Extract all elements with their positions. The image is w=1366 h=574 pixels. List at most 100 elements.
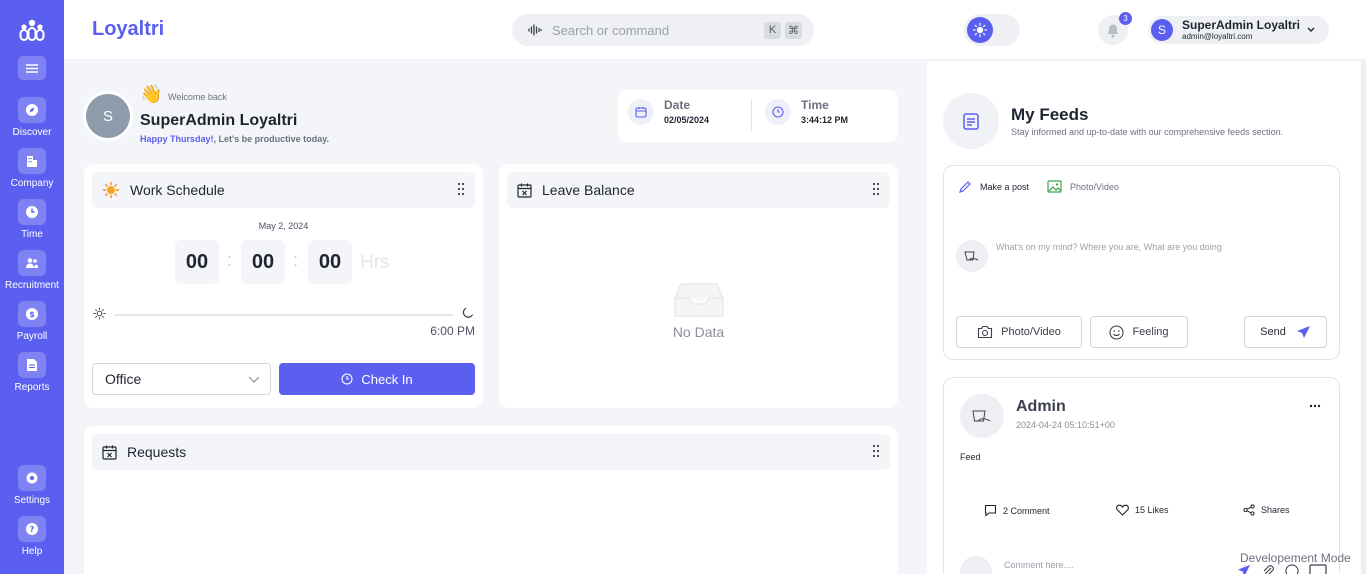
comments-count: 2 Comment <box>1003 505 1050 516</box>
make-post-tab[interactable]: Make a post <box>958 180 1029 194</box>
search-bar[interactable]: Search or command K ⌘ <box>512 14 814 46</box>
sidebar-item-help[interactable]: ? Help <box>0 516 64 557</box>
sidebar-item-label: Discover <box>12 127 52 138</box>
minutes-counter: 00 <box>241 240 285 284</box>
notifications-button[interactable]: 3 <box>1098 12 1132 45</box>
sidebar-item-label: Recruitment <box>5 280 59 291</box>
card-title: Requests <box>127 444 187 460</box>
tagline-text: , Let's be productive today. <box>213 134 330 144</box>
comment-input[interactable]: Comment here.... <box>1004 560 1074 570</box>
check-in-button[interactable]: Check In <box>279 363 475 395</box>
sidebar-item-reports[interactable]: Reports <box>0 352 64 393</box>
card-title: Leave Balance <box>542 182 635 198</box>
clock-icon <box>26 206 38 218</box>
svg-text:$: $ <box>29 310 35 319</box>
sidebar-item-settings[interactable]: Settings <box>0 465 64 506</box>
avatar[interactable]: S <box>86 94 130 138</box>
sidebar-item-label: Settings <box>13 495 51 506</box>
send-post-button[interactable]: Send <box>1244 316 1327 348</box>
theme-toggle[interactable] <box>964 14 1020 46</box>
location-value: Office <box>105 371 142 387</box>
sidebar-item-time[interactable]: Time <box>0 199 64 240</box>
calendar-x-icon <box>517 183 532 198</box>
sidebar-item-label: Reports <box>14 382 50 393</box>
drag-handle-icon[interactable] <box>872 444 880 458</box>
card-header: Work Schedule <box>92 172 475 208</box>
bell-icon <box>1107 24 1119 37</box>
schedule-date: May 2, 2024 <box>258 221 309 231</box>
sidebar-item-recruitment[interactable]: Recruitment <box>0 250 64 291</box>
smiley-icon <box>1109 324 1125 340</box>
drag-handle-icon[interactable] <box>457 182 465 196</box>
sidebar-item-label: Help <box>21 546 43 557</box>
sidebar: Discover Company Time Recruitment $ Payr… <box>0 0 64 574</box>
waving-hand-icon: 👋 <box>140 84 163 104</box>
voice-search-icon[interactable] <box>528 24 542 36</box>
sun-icon <box>972 22 988 38</box>
location-select[interactable]: Office <box>92 363 271 395</box>
sidebar-item-label: Time <box>21 229 43 240</box>
feeds-title: My Feeds <box>1011 105 1089 124</box>
clock-icon <box>341 373 353 385</box>
send-label: Send <box>1260 326 1286 338</box>
card-title: Work Schedule <box>130 182 225 198</box>
camera-icon <box>978 325 993 339</box>
date-display: Date 02/05/2024 <box>628 98 709 125</box>
theme-toggle-knob <box>967 17 993 43</box>
heart-icon <box>1116 504 1129 516</box>
attachment-icon[interactable] <box>1261 564 1275 574</box>
likes-action[interactable]: 15 Likes <box>1116 504 1169 516</box>
photo-video-button[interactable]: Photo/Video <box>956 316 1082 348</box>
divider <box>751 99 752 131</box>
image-icon[interactable] <box>1309 564 1327 574</box>
default-avatar-icon <box>972 410 991 422</box>
share-action[interactable]: Shares <box>1243 504 1290 516</box>
comment-icon <box>984 504 997 517</box>
pencil-icon <box>959 181 971 193</box>
drag-handle-icon[interactable] <box>872 182 880 196</box>
likes-count: 15 Likes <box>1135 505 1169 515</box>
shift-end-time: 6:00 PM <box>430 324 475 338</box>
menu-toggle-button[interactable] <box>18 56 46 80</box>
send-icon[interactable] <box>1237 564 1251 574</box>
scrollbar[interactable] <box>1361 61 1366 574</box>
sidebar-item-discover[interactable]: Discover <box>0 97 64 138</box>
gear-icon <box>26 472 38 484</box>
time-separator: : <box>293 250 299 270</box>
post-author[interactable]: Admin <box>1016 398 1066 416</box>
welcome-name: SuperAdmin Loyaltri <box>140 112 298 129</box>
sidebar-item-label: Company <box>10 178 54 189</box>
document-icon <box>27 359 37 371</box>
date-time-card: Date 02/05/2024 Time 3:44:12 PM <box>618 90 898 142</box>
smiley-icon[interactable] <box>1285 564 1299 574</box>
environment-badge: Developement Mode <box>1240 551 1351 565</box>
sun-outline-icon <box>93 307 106 320</box>
building-icon <box>27 156 37 167</box>
loyaltri-logo-icon[interactable] <box>19 19 45 41</box>
photo-video-tab[interactable]: Photo/Video <box>1047 180 1119 193</box>
check-in-label: Check In <box>361 371 413 387</box>
sidebar-item-payroll[interactable]: $ Payroll <box>0 301 64 342</box>
avatar[interactable] <box>960 394 1004 438</box>
help-icon: ? <box>26 523 38 535</box>
feeling-button[interactable]: Feeling <box>1090 316 1188 348</box>
chevron-down-icon <box>248 376 260 383</box>
hours-unit: Hrs <box>360 252 390 273</box>
post-input[interactable]: What's on my mind? Where you are, What a… <box>996 242 1222 252</box>
user-name: SuperAdmin Loyaltri <box>1182 18 1301 32</box>
more-options-icon[interactable] <box>1309 404 1321 408</box>
welcome-greeting: Welcome back <box>168 92 227 102</box>
date-value: 02/05/2024 <box>664 115 710 125</box>
create-post-box: Make a post Photo/Video What's on my min… <box>943 165 1340 360</box>
default-avatar-icon <box>964 251 979 261</box>
avatar <box>960 556 992 574</box>
sidebar-item-company[interactable]: Company <box>0 148 64 189</box>
brand-title[interactable]: Loyaltri <box>92 18 164 41</box>
user-menu[interactable]: S SuperAdmin Loyaltri admin@loyaltri.com <box>1148 16 1329 44</box>
search-input[interactable]: Search or command <box>552 23 760 38</box>
card-header: Requests <box>92 434 890 470</box>
work-progress-track <box>114 314 453 316</box>
welcome-tagline: Happy Thursday!, Let's be productive tod… <box>140 134 329 144</box>
comments-action[interactable]: 2 Comment <box>984 504 1050 517</box>
feed-document-icon <box>963 113 979 130</box>
